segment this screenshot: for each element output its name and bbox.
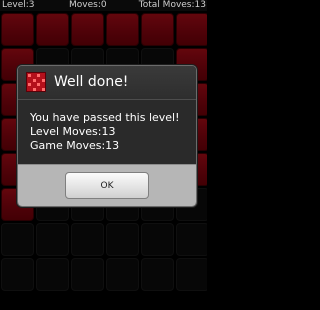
level-complete-dialog: Well done! You have passed this level! L…: [17, 65, 197, 207]
game-logo-icon: [26, 72, 46, 92]
logo-dot: [37, 74, 40, 77]
logo-dot: [28, 83, 31, 86]
moves-counter: Moves:0: [69, 0, 107, 10]
level-indicator: Level:3: [2, 0, 35, 10]
dialog-message-passed: You have passed this level!: [30, 111, 180, 124]
dialog-body: You have passed this level! Level Moves:…: [18, 100, 196, 164]
logo-dot: [32, 87, 36, 91]
dialog-button-bar: OK: [18, 164, 196, 206]
logo-dot: [37, 83, 40, 86]
total-moves-counter: Total Moves:13: [138, 0, 206, 10]
game-status-bar: Level:3 Moves:0 Total Moves:13: [0, 0, 207, 11]
logo-dot: [28, 74, 31, 77]
logo-dot: [41, 78, 45, 82]
logo-dot: [32, 78, 36, 82]
dialog-title: Well done!: [54, 74, 129, 90]
game-screen: Level:3 Moves:0 Total Moves:13 Well done…: [0, 0, 207, 310]
ok-button[interactable]: OK: [65, 172, 149, 199]
logo-dot: [41, 87, 45, 91]
dialog-message-level-moves: Level Moves:13: [30, 125, 116, 138]
dialog-message-game-moves: Game Moves:13: [30, 139, 120, 152]
dialog-header: Well done!: [18, 66, 196, 100]
